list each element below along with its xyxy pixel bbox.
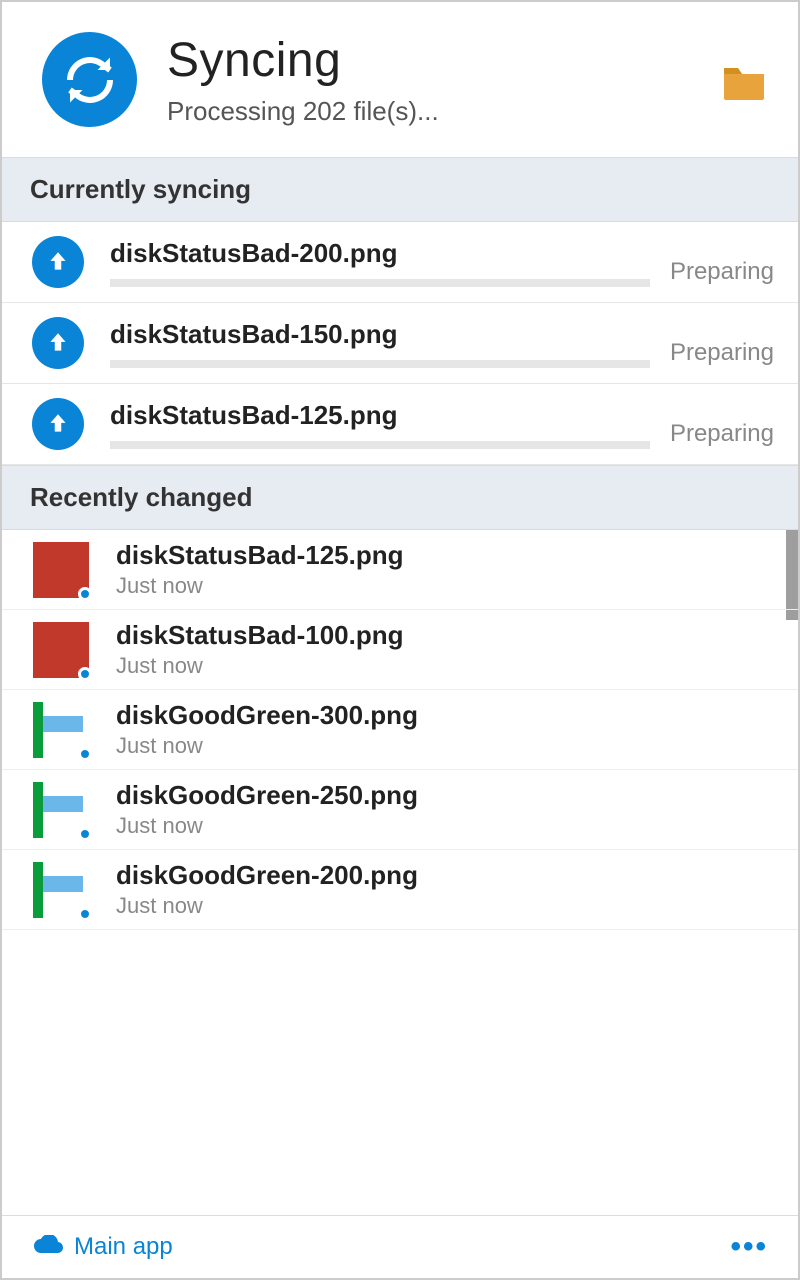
file-name: diskStatusBad-125.png bbox=[116, 540, 404, 571]
progress-bar bbox=[110, 360, 650, 368]
cloud-icon bbox=[32, 1235, 64, 1259]
file-name: diskStatusBad-200.png bbox=[110, 238, 650, 269]
file-name: diskStatusBad-100.png bbox=[116, 620, 404, 651]
syncing-item[interactable]: diskStatusBad-200.png Preparing bbox=[2, 222, 798, 303]
section-currently-syncing: Currently syncing bbox=[2, 157, 798, 222]
header: Syncing Processing 202 file(s)... bbox=[2, 2, 798, 157]
file-time: Just now bbox=[116, 813, 418, 839]
recent-item[interactable]: diskGoodGreen-250.png Just now bbox=[2, 770, 798, 850]
recent-list: diskStatusBad-125.png Just now diskStatu… bbox=[2, 530, 798, 1215]
recent-item[interactable]: diskGoodGreen-200.png Just now bbox=[2, 850, 798, 930]
recent-item[interactable]: diskGoodGreen-300.png Just now bbox=[2, 690, 798, 770]
sync-status: Preparing bbox=[670, 420, 774, 450]
upload-icon bbox=[32, 236, 84, 288]
more-menu-button[interactable]: ••• bbox=[730, 1230, 768, 1264]
sync-title: Syncing bbox=[167, 33, 720, 88]
file-name: diskGoodGreen-300.png bbox=[116, 700, 418, 731]
file-name: diskGoodGreen-250.png bbox=[116, 780, 418, 811]
sync-status: Preparing bbox=[670, 258, 774, 288]
file-time: Just now bbox=[116, 573, 404, 599]
file-thumbnail bbox=[32, 541, 90, 599]
sync-status: Preparing bbox=[670, 339, 774, 369]
file-thumbnail bbox=[32, 621, 90, 679]
file-name: diskStatusBad-150.png bbox=[110, 319, 650, 350]
recent-item[interactable]: diskStatusBad-125.png Just now bbox=[2, 530, 798, 610]
sync-dot-icon bbox=[78, 907, 92, 921]
progress-bar bbox=[110, 441, 650, 449]
sync-dot-icon bbox=[78, 827, 92, 841]
main-app-label: Main app bbox=[74, 1233, 173, 1261]
progress-bar bbox=[110, 279, 650, 287]
upload-icon bbox=[32, 398, 84, 450]
recent-item[interactable]: diskStatusBad-100.png Just now bbox=[2, 610, 798, 690]
file-name: diskStatusBad-125.png bbox=[110, 400, 650, 431]
section-recently-changed: Recently changed bbox=[2, 465, 798, 530]
file-time: Just now bbox=[116, 893, 418, 919]
syncing-item[interactable]: diskStatusBad-150.png Preparing bbox=[2, 303, 798, 384]
file-thumbnail bbox=[32, 861, 90, 919]
sync-dot-icon bbox=[78, 587, 92, 601]
sync-dot-icon bbox=[78, 747, 92, 761]
file-time: Just now bbox=[116, 733, 418, 759]
sync-dot-icon bbox=[78, 667, 92, 681]
main-app-button[interactable]: Main app bbox=[32, 1233, 173, 1261]
sync-subtitle: Processing 202 file(s)... bbox=[167, 96, 720, 127]
open-folder-button[interactable] bbox=[720, 62, 768, 102]
file-thumbnail bbox=[32, 701, 90, 759]
upload-icon bbox=[32, 317, 84, 369]
footer: Main app ••• bbox=[2, 1215, 798, 1278]
syncing-item[interactable]: diskStatusBad-125.png Preparing bbox=[2, 384, 798, 465]
file-thumbnail bbox=[32, 781, 90, 839]
file-time: Just now bbox=[116, 653, 404, 679]
sync-icon bbox=[42, 32, 137, 127]
file-name: diskGoodGreen-200.png bbox=[116, 860, 418, 891]
